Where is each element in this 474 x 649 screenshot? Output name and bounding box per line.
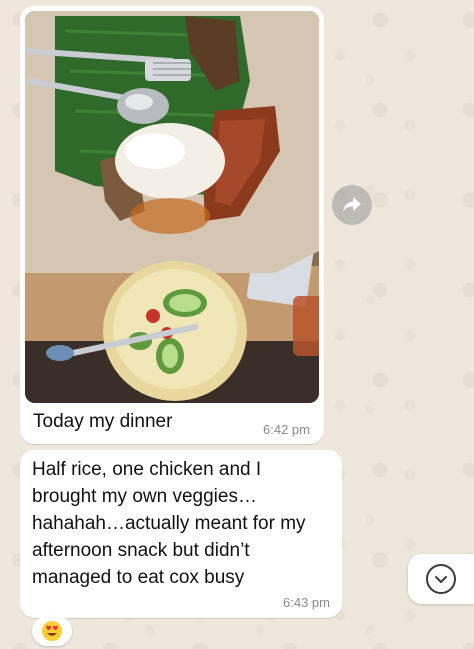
message-line: hahahah…actually meant for my: [32, 513, 306, 534]
message-line: managed to eat cox busy: [32, 567, 245, 588]
text-message-bubble[interactable]: Half rice, one chicken and I brought my …: [20, 450, 342, 618]
message-timestamp: 6:43 pm: [283, 595, 330, 610]
message-line: afternoon snack but didn’t: [32, 540, 250, 561]
message-timestamp: 6:42 pm: [263, 422, 310, 437]
message-line: Half rice, one chicken and I: [32, 459, 262, 480]
message-reaction[interactable]: [32, 616, 72, 646]
image-message-bubble[interactable]: Today my dinner 6:42 pm: [20, 6, 324, 444]
message-line: brought my own veggies…: [32, 486, 257, 507]
forward-arrow-icon: [343, 197, 361, 212]
scroll-to-bottom-button[interactable]: [408, 554, 474, 604]
heart-eyes-emoji-icon: [42, 621, 62, 641]
dinner-photo[interactable]: [25, 11, 319, 403]
chevron-down-icon: [426, 564, 456, 594]
dinner-photo-illustration: [25, 11, 319, 403]
image-caption: Today my dinner: [33, 411, 173, 432]
forward-button[interactable]: [332, 185, 372, 225]
message-text: Half rice, one chicken and I brought my …: [32, 456, 337, 591]
